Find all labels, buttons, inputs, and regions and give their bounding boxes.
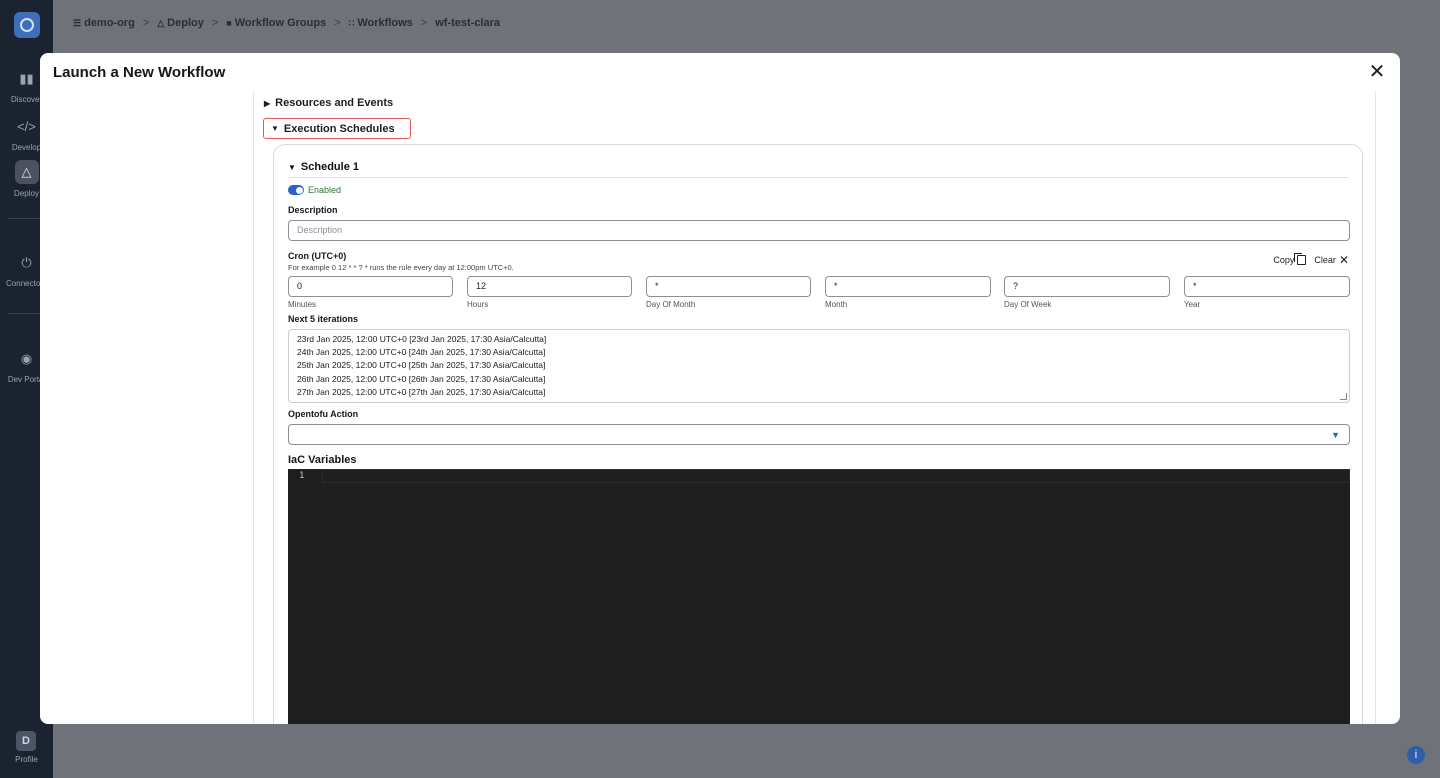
clear-label: Clear (1314, 255, 1336, 265)
chevron-right-icon: > (142, 17, 150, 29)
breadcrumb-workflow-groups[interactable]: ■ Workflow Groups (226, 17, 326, 29)
avatar[interactable]: D (16, 731, 36, 751)
cron-year-label: Year (1184, 300, 1201, 309)
cron-day-of-week-input[interactable]: ? (1004, 276, 1170, 297)
cron-label: Cron (UTC+0) (288, 251, 347, 261)
schedule-title: Schedule 1 (300, 161, 359, 173)
cron-hours-label: Hours (467, 300, 489, 309)
folder-icon: ■ (226, 18, 232, 28)
schedule-toggle[interactable]: ▼ Schedule 1 (288, 161, 359, 173)
code-icon: </> (17, 119, 36, 134)
org-icon: ☰ (73, 18, 82, 28)
section-resources-toggle[interactable]: ▶ Resources and Events (264, 97, 393, 109)
resize-handle-icon[interactable] (1340, 393, 1347, 400)
portal-icon: ◉ (20, 351, 33, 366)
clear-button[interactable]: Clear ✕ (1314, 253, 1349, 267)
close-icon: ✕ (1338, 253, 1349, 267)
current-line-highlight (322, 469, 1350, 483)
copy-icon (1294, 253, 1307, 265)
nav-discover-label: Discover (10, 95, 43, 104)
iteration-line: 25th Jan 2025, 12:00 UTC+0 [25th Jan 202… (297, 360, 546, 371)
iteration-line: 27th Jan 2025, 12:00 UTC+0 [27th Jan 202… (297, 386, 546, 397)
form-panel: ▶ Resources and Events ▼ Execution Sched… (253, 91, 1376, 724)
iteration-line: 26th Jan 2025, 12:00 UTC+0 [26th Jan 202… (297, 373, 546, 384)
line-number: 1 (299, 471, 305, 481)
cron-day-of-month-label: Day Of Month (646, 300, 696, 309)
profile-label[interactable]: Profile (0, 755, 53, 764)
breadcrumb-current: wf-test-clara (435, 17, 501, 29)
copy-label: Copy (1273, 255, 1295, 265)
enabled-label: Enabled (308, 185, 342, 195)
cron-minutes-input[interactable]: 0 (288, 276, 453, 297)
iac-variables-editor[interactable]: 1 (288, 469, 1350, 724)
enabled-row: Enabled (288, 185, 341, 195)
modal-header: Launch a New Workflow ✕ (40, 53, 1400, 91)
caret-right-icon: ▶ (264, 98, 271, 108)
cron-hint: For example 0 12 * * ? * runs the rule e… (288, 263, 514, 272)
breadcrumb-deploy[interactable]: △ Deploy (157, 17, 204, 29)
cron-actions: Copy Clear ✕ (1273, 253, 1349, 267)
chevron-right-icon: > (211, 17, 219, 29)
chevron-down-icon: ▼ (1331, 430, 1340, 440)
breadcrumb-workflows[interactable]: ∷ Workflows (349, 17, 413, 29)
cron-hours-input[interactable]: 12 (467, 276, 632, 297)
divider (288, 177, 1349, 178)
cron-month-input[interactable]: * (825, 276, 991, 297)
help-icon[interactable]: i (1407, 746, 1425, 764)
chevron-right-icon: > (420, 17, 428, 29)
section-execution-label: Execution Schedules (283, 122, 395, 135)
iteration-line: 24th Jan 2025, 12:00 UTC+0 [24th Jan 202… (297, 347, 546, 358)
iteration-line: 23rd Jan 2025, 12:00 UTC+0 [23rd Jan 202… (297, 334, 547, 344)
section-execution-toggle[interactable]: ▼ Execution Schedules (263, 118, 411, 139)
schedules-container: ▼ Schedule 1 Enabled Description Descrip… (273, 144, 1363, 724)
cron-month-label: Month (825, 300, 848, 309)
description-label: Description (288, 205, 338, 215)
modal-title: Launch a New Workflow (53, 64, 226, 81)
iterations-label: Next 5 iterations (288, 314, 359, 324)
breadcrumb-org[interactable]: ☰ demo-org (73, 17, 135, 29)
caret-down-icon: ▼ (288, 162, 296, 172)
opentofu-action-select[interactable]: ▼ (288, 424, 1350, 445)
iterations-textarea[interactable]: 23rd Jan 2025, 12:00 UTC+0 [23rd Jan 202… (288, 329, 1350, 403)
breadcrumb: ☰ demo-org > △ Deploy > ■ Workflow Groups >… (73, 17, 500, 29)
iac-variables-label: IaC Variables (288, 454, 357, 466)
deploy-icon: △ (157, 18, 165, 28)
chevron-right-icon: > (334, 17, 341, 29)
bar-chart-icon: ▮▮ (19, 71, 34, 86)
caret-down-icon: ▼ (271, 124, 279, 133)
cron-year-input[interactable]: * (1184, 276, 1350, 297)
section-resources-label: Resources and Events (275, 97, 394, 109)
opentofu-action-label: Opentofu Action (288, 409, 359, 419)
plug-icon: ⏻ (21, 255, 32, 270)
nav-deploy-label: Deploy (14, 189, 39, 198)
enabled-toggle[interactable] (288, 185, 304, 195)
close-icon[interactable]: ✕ (1367, 62, 1387, 82)
description-input[interactable]: Description (288, 220, 1350, 241)
cron-minutes-label: Minutes (288, 300, 317, 309)
launch-workflow-modal: Launch a New Workflow ✕ ▶ Resources and … (40, 53, 1400, 724)
nav-develop-label: Develop (11, 143, 42, 152)
cron-day-of-month-input[interactable]: * (646, 276, 811, 297)
cron-day-of-week-label: Day Of Week (1004, 300, 1052, 309)
workflow-icon: ∷ (348, 18, 355, 28)
target-logo-icon[interactable] (14, 12, 40, 38)
copy-button[interactable]: Copy (1273, 253, 1307, 265)
deploy-icon: △ (14, 160, 39, 184)
